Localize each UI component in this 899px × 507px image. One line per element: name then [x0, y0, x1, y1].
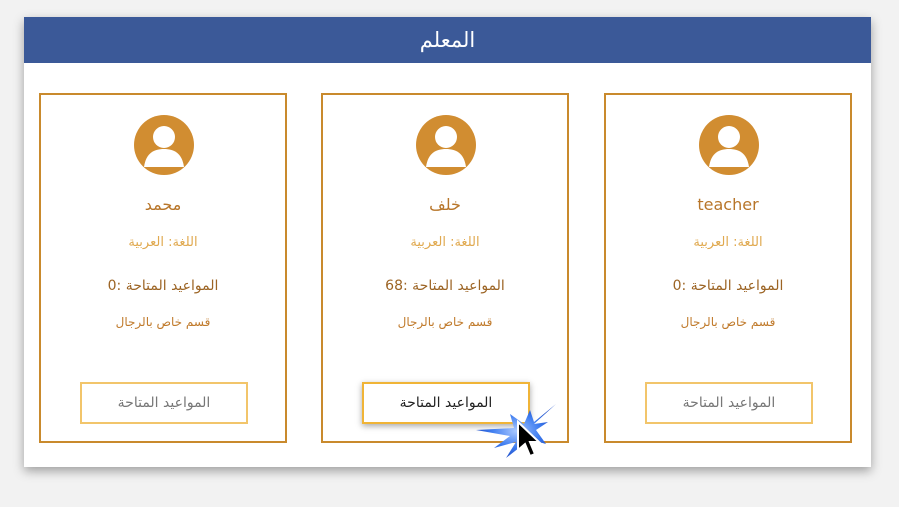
teacher-name: خلف [429, 195, 461, 214]
department-label: قسم خاص بالرجال [680, 315, 776, 329]
available-slots: المواعيد المتاحة :68 [385, 278, 505, 294]
available-slots: المواعيد المتاحة :0 [107, 278, 219, 294]
available-slots: المواعيد المتاحة :0 [672, 278, 784, 294]
click-burst-icon [476, 404, 556, 458]
teacher-language: اللغة: العربية [128, 235, 198, 250]
user-avatar-icon [134, 115, 194, 175]
department-label: قسم خاص بالرجال [115, 315, 211, 329]
teacher-card: خلف اللغة: العربية المواعيد المتاحة :68 … [321, 93, 569, 443]
user-avatar-icon [416, 115, 476, 175]
mouse-pointer-icon [476, 404, 556, 458]
department-label: قسم خاص بالرجال [397, 315, 493, 329]
teacher-card: محمد اللغة: العربية المواعيد المتاحة :0 … [39, 93, 287, 443]
panel-header: المعلم [24, 17, 871, 63]
teacher-card: teacher اللغة: العربية المواعيد المتاحة … [604, 93, 852, 443]
available-appointments-button[interactable]: المواعيد المتاحة [80, 382, 248, 424]
teacher-name: teacher [697, 195, 759, 214]
teacher-language: اللغة: العربية [693, 235, 763, 250]
teacher-language: اللغة: العربية [410, 235, 480, 250]
teachers-panel: المعلم teacher اللغة: العربية المواعيد ا… [24, 17, 871, 467]
teacher-name: محمد [144, 195, 182, 214]
user-avatar-icon [699, 115, 759, 175]
available-appointments-button[interactable]: المواعيد المتاحة [645, 382, 813, 424]
page-title: المعلم [419, 28, 476, 52]
